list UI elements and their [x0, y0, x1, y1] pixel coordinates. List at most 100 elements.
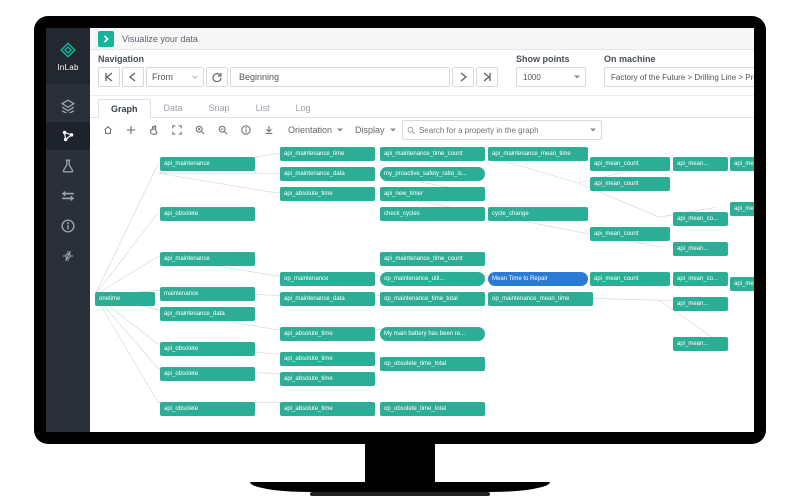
home-button[interactable] — [98, 120, 118, 140]
graph-node[interactable]: api_absolute_time — [280, 372, 375, 386]
nav-prev-button[interactable] — [122, 67, 144, 87]
tab-snap[interactable]: Snap — [196, 98, 243, 117]
graph-search-input[interactable] — [419, 126, 597, 135]
nav-last-button[interactable] — [476, 67, 498, 87]
tab-data[interactable]: Data — [151, 98, 196, 117]
graph-node[interactable]: api_obsolete — [160, 367, 255, 381]
graph-node[interactable]: op_obsolete_time_total — [380, 402, 485, 416]
left-rail: InLab — [46, 28, 90, 432]
graph-toolbar: Orientation Display — [90, 118, 754, 142]
graph-node[interactable]: api_maintenance_data — [160, 307, 255, 321]
graph-node[interactable]: api_absolute_time — [280, 187, 375, 201]
graph-node[interactable]: api_mean_count — [590, 157, 670, 171]
graph-node[interactable]: api_maintenance_time_count — [380, 147, 485, 161]
showpoints-group: Show points 1000 — [516, 54, 586, 95]
nav-row: Navigation From Beginning Show points 10… — [90, 50, 754, 96]
zoom-out-button[interactable] — [213, 120, 233, 140]
brand-logo-icon — [59, 41, 77, 61]
onmachine-label: On machine — [604, 54, 754, 64]
rail-graph-icon[interactable] — [46, 122, 90, 150]
nav-next-button[interactable] — [452, 67, 474, 87]
graph-node[interactable]: api_new_timer — [380, 187, 485, 201]
fit-button[interactable] — [167, 120, 187, 140]
graph-node[interactable]: api_mean_co... — [673, 272, 728, 286]
tab-log[interactable]: Log — [283, 98, 324, 117]
graph-node[interactable]: cycle_change — [488, 207, 588, 221]
nav-beginning-field[interactable]: Beginning — [230, 67, 450, 87]
graph-node[interactable]: maintenance — [160, 287, 255, 301]
graph-node[interactable]: api_mean_count — [590, 177, 670, 191]
graph-node[interactable]: api_maintenance — [160, 157, 255, 171]
monitor-stand-neck — [365, 444, 435, 484]
monitor-frame: InLab Visualize your data Navigation — [0, 0, 800, 500]
navigation-label: Navigation — [98, 54, 498, 64]
monitor-stand-base — [250, 482, 550, 492]
graph-search[interactable] — [402, 120, 602, 140]
monitor-stand-foot — [310, 492, 490, 496]
rail-info-icon[interactable] — [46, 212, 90, 240]
navigation-group: Navigation From Beginning — [98, 54, 498, 95]
zoom-in-button[interactable] — [190, 120, 210, 140]
monitor-bezel: InLab Visualize your data Navigation — [34, 16, 766, 444]
rail-compare-icon[interactable] — [46, 182, 90, 210]
graph-node[interactable]: api_mea... — [730, 157, 754, 171]
tab-graph[interactable]: Graph — [98, 99, 151, 118]
pan-button[interactable] — [121, 120, 141, 140]
info-toggle-button[interactable] — [236, 120, 256, 140]
graph-node[interactable]: op_maintenance_util... — [380, 272, 485, 286]
rail-experiments-icon[interactable] — [46, 152, 90, 180]
graph-node[interactable]: api_mean_co... — [673, 212, 728, 226]
nav-refresh-button[interactable] — [206, 67, 228, 87]
brand-name: InLab — [57, 63, 79, 72]
graph-node[interactable]: op_maintenance_mean_time — [488, 292, 593, 306]
graph-node[interactable]: api_mea... — [730, 202, 754, 216]
showpoints-select[interactable]: 1000 — [516, 67, 586, 87]
view-tabs: GraphDataSnapListLog — [90, 96, 754, 118]
app-screen: InLab Visualize your data Navigation — [46, 28, 754, 432]
download-button[interactable] — [259, 120, 279, 140]
graph-node[interactable]: op_maintenance — [280, 272, 375, 286]
graph-node[interactable]: api_mean... — [673, 157, 728, 171]
onmachine-select[interactable]: Factory of the Future > Drilling Line > … — [604, 67, 754, 87]
graph-node[interactable]: api_absolute_time — [280, 327, 375, 341]
graph-node[interactable]: api_absolute_time — [280, 352, 375, 366]
display-select[interactable]: Display — [349, 120, 399, 140]
onmachine-group: On machine Factory of the Future > Drill… — [604, 54, 754, 95]
graph-node[interactable]: api_mean... — [673, 242, 728, 256]
rail-settings-icon[interactable] — [46, 242, 90, 270]
search-icon — [407, 126, 415, 135]
showpoints-label: Show points — [516, 54, 586, 64]
tab-list[interactable]: List — [243, 98, 283, 117]
orientation-select[interactable]: Orientation — [282, 120, 346, 140]
graph-node[interactable]: api_maintenance_time_count — [380, 252, 485, 266]
brand-block: InLab — [46, 28, 90, 84]
rail-layers-icon[interactable] — [46, 92, 90, 120]
graph-node[interactable]: api_mean... — [673, 337, 728, 351]
graph-node[interactable]: api_mea... — [730, 277, 754, 291]
graph-node[interactable]: api_maintenance_data — [280, 292, 375, 306]
graph-node[interactable]: api_mean_count — [590, 272, 670, 286]
page-title: Visualize your data — [122, 34, 198, 44]
graph-canvas[interactable]: onetime api_maintenance api_obsolete api_ma… — [90, 142, 754, 432]
expand-rail-button[interactable] — [98, 31, 114, 47]
graph-node[interactable]: op_maintenance_time_total — [380, 292, 485, 306]
nav-first-button[interactable] — [98, 67, 120, 87]
graph-node[interactable]: check_cycles — [380, 207, 485, 221]
graph-node[interactable]: api_mean... — [673, 297, 728, 311]
graph-node[interactable]: api_maintenance — [160, 252, 255, 266]
graph-node[interactable]: api_maintenance_mean_time — [488, 147, 588, 161]
graph-node[interactable]: api_mean_count — [590, 227, 670, 241]
graph-node[interactable]: onetime — [95, 292, 155, 306]
graph-node[interactable]: api_obsolete — [160, 342, 255, 356]
graph-node[interactable]: api_maintenance_time — [280, 147, 375, 161]
graph-node[interactable]: api_obsolete — [160, 402, 255, 416]
graph-node[interactable]: api_maintenance_data — [280, 167, 375, 181]
graph-node[interactable]: api_obsolete — [160, 207, 255, 221]
nav-from-select[interactable]: From — [146, 67, 204, 87]
graph-node[interactable]: Mean Time to Repair — [488, 272, 588, 286]
graph-node[interactable]: op_obsolete_time_total — [380, 357, 485, 371]
graph-node[interactable]: My main battery has been re... — [380, 327, 485, 341]
graph-node[interactable]: api_absolute_time — [280, 402, 375, 416]
hand-button[interactable] — [144, 120, 164, 140]
graph-node[interactable]: my_proactive_safety_ratio_is... — [380, 167, 485, 181]
